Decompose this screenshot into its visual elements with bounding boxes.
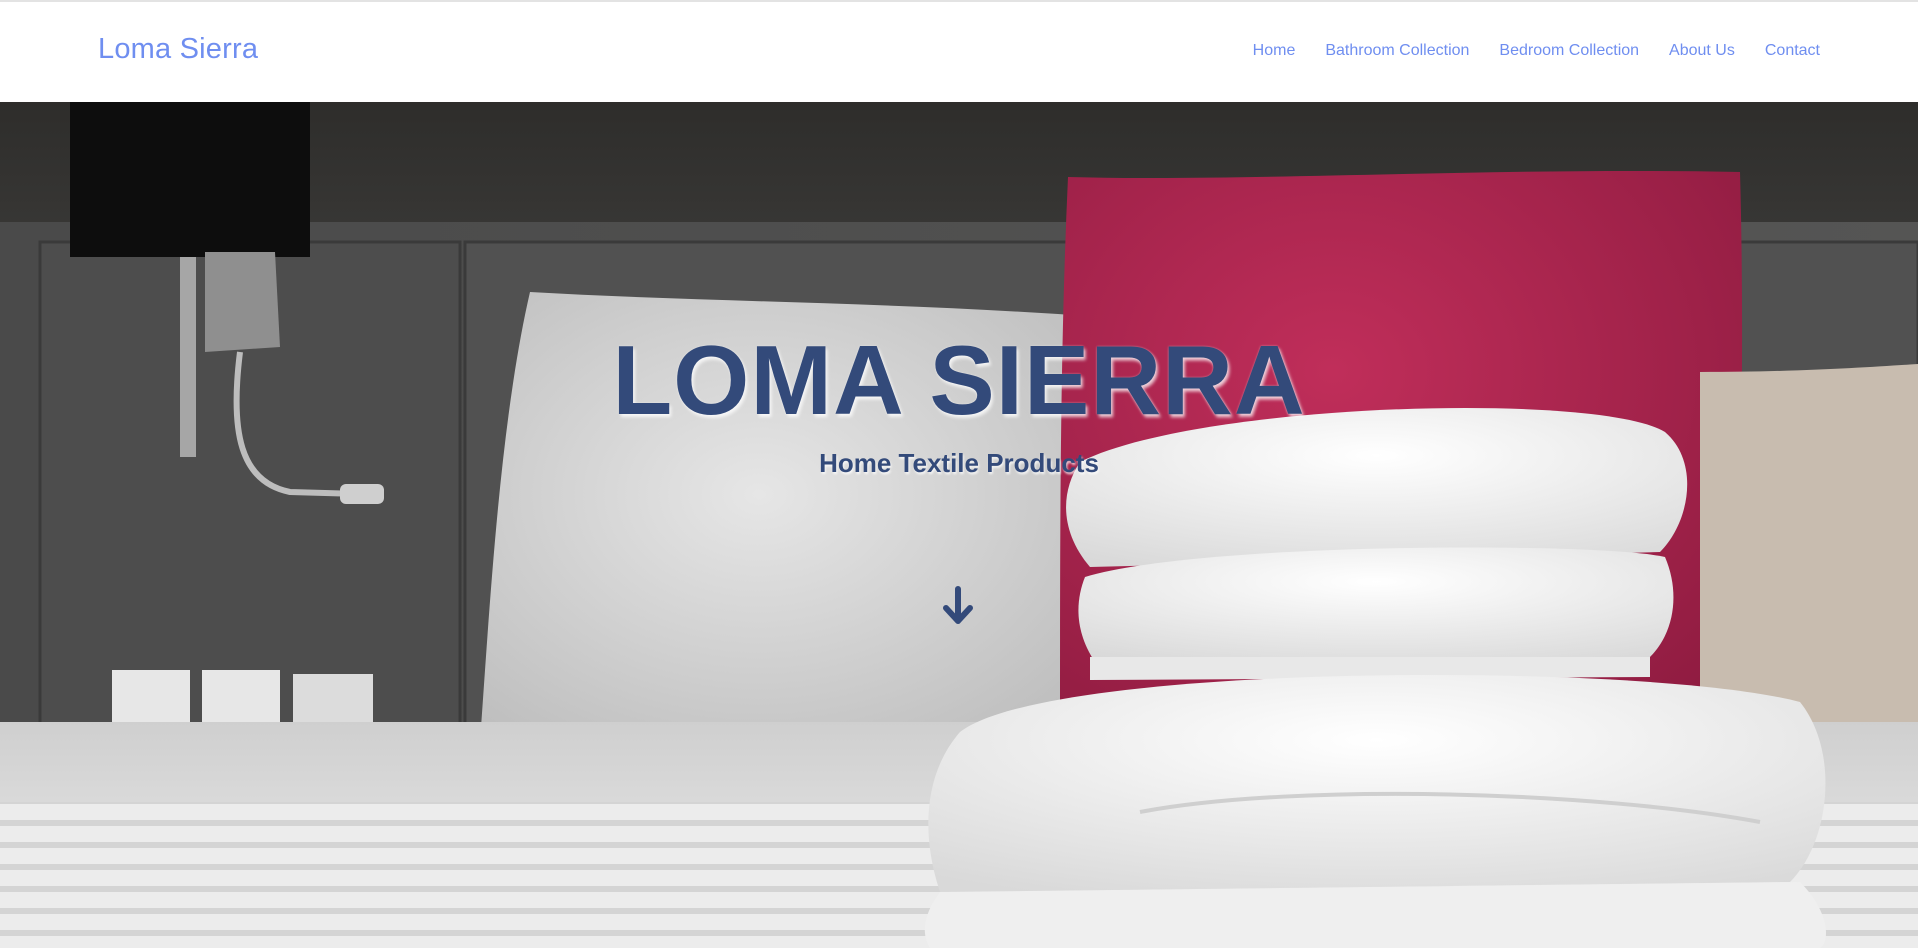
nav-about-us[interactable]: About Us <box>1669 42 1735 60</box>
nav-bedroom-collection[interactable]: Bedroom Collection <box>1499 42 1639 60</box>
navbar: Loma Sierra Home Bathroom Collection Bed… <box>0 2 1918 102</box>
nav-home[interactable]: Home <box>1253 42 1296 60</box>
arrow-down-icon[interactable] <box>942 586 974 626</box>
main-nav: Home Bathroom Collection Bedroom Collect… <box>1223 42 1820 60</box>
hero-section: LOMA SIERRA Home Textile Products <box>0 102 1918 948</box>
hero-content: LOMA SIERRA Home Textile Products <box>0 102 1918 948</box>
hero-title: LOMA SIERRA <box>612 325 1306 435</box>
brand-logo-link[interactable]: Loma Sierra <box>98 33 258 66</box>
hero-subtitle: Home Textile Products <box>819 448 1099 478</box>
nav-contact[interactable]: Contact <box>1765 42 1820 60</box>
nav-bathroom-collection[interactable]: Bathroom Collection <box>1325 42 1469 60</box>
